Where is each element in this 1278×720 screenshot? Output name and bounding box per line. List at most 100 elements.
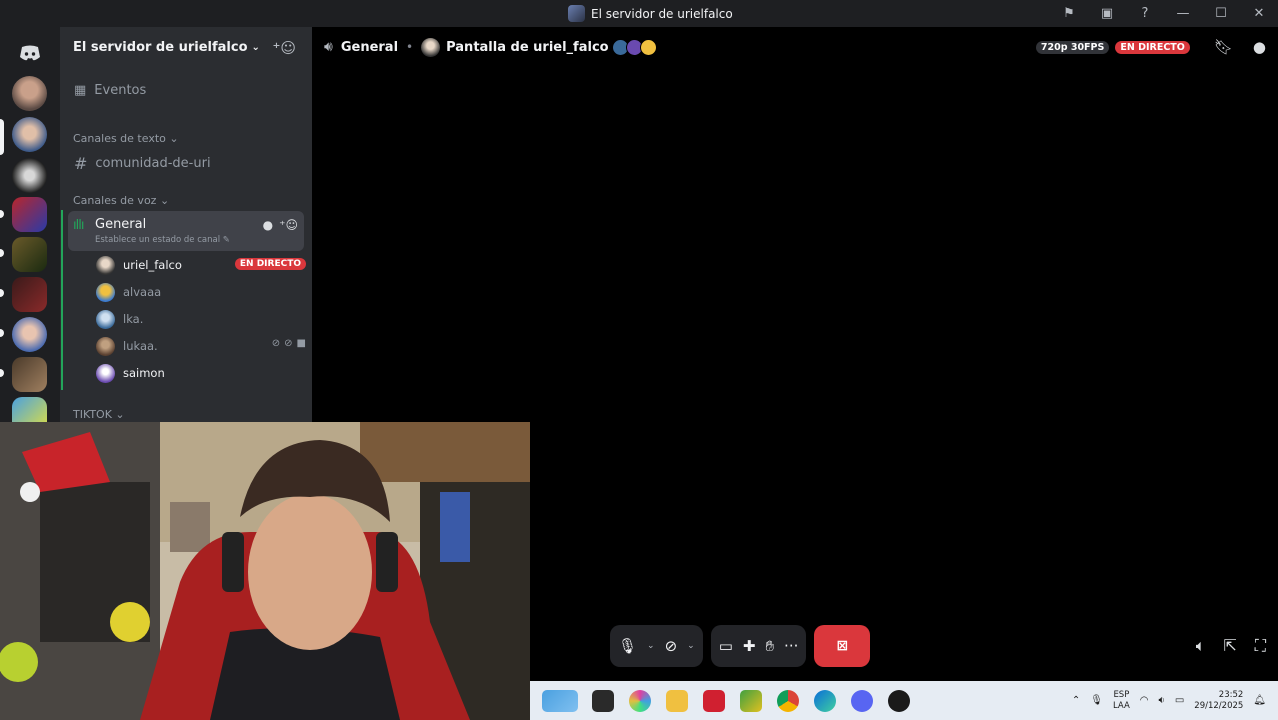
chrome-icon[interactable] <box>777 690 799 712</box>
edge-icon[interactable] <box>814 690 836 712</box>
server-avatar[interactable] <box>12 317 47 352</box>
breadcrumb-separator: • <box>406 40 414 54</box>
channel-sidebar: El servidor de urielfalco ⌄ ⁺☺ ▦ Eventos… <box>60 27 312 422</box>
chevron-down-icon: ⌄ <box>115 408 125 421</box>
avatar <box>96 363 115 383</box>
window-title-text: El servidor de urielfalco <box>591 6 733 21</box>
voice-user-row[interactable]: lukaa. ⊘ ⊘ ■ <box>96 334 306 358</box>
obs-icon[interactable] <box>888 690 910 712</box>
speaker-icon: 🔊︎ <box>324 39 333 55</box>
clock[interactable]: 23:52 29/12/2025 <box>1194 690 1243 712</box>
terminal-icon[interactable] <box>592 690 614 712</box>
username: saimon <box>123 366 165 380</box>
category-label: Canales de voz <box>73 194 157 207</box>
pencil-icon: ✎ <box>222 235 230 245</box>
stop-stream-button[interactable]: ⊠ <box>814 625 871 667</box>
microphone-icon[interactable]: 🎙︎ <box>618 637 637 655</box>
maximize-button[interactable]: ☐ <box>1202 0 1240 27</box>
copilot-icon[interactable] <box>629 690 651 712</box>
quality-badge: 720p 30FPS <box>1035 40 1110 54</box>
flag-icon[interactable]: ⚑ <box>1050 0 1088 27</box>
voice-activity-icon: ıllı <box>73 218 84 233</box>
discord-taskbar-icon[interactable] <box>851 690 873 712</box>
stream-header: 🔊︎ General • Pantalla de uriel_falco 720… <box>312 27 1278 67</box>
date: 29/12/2025 <box>1194 700 1244 711</box>
window-title: El servidor de urielfalco <box>568 5 733 22</box>
server-header[interactable]: El servidor de urielfalco ⌄ ⁺☺ <box>60 27 312 67</box>
chevron-down-icon[interactable]: ⌄ <box>687 641 695 651</box>
unread-indicator <box>0 210 4 218</box>
discord-home-icon[interactable] <box>12 35 47 70</box>
server-avatar-selected[interactable] <box>12 117 47 152</box>
volume-icon[interactable]: 🔈︎ <box>1196 636 1206 656</box>
events-item[interactable]: ▦ Eventos <box>68 83 304 98</box>
channel-status[interactable]: Establece un estado de canal ✎ <box>95 235 230 245</box>
activities-icon[interactable]: ✚ <box>743 637 756 655</box>
title-bar: El servidor de urielfalco ⚑ ▣ ? — ☐ ✕ <box>0 0 1278 27</box>
breadcrumb-channel[interactable]: General <box>341 40 398 55</box>
battery-icon[interactable]: ▭ <box>1175 695 1184 706</box>
lang-line1: ESP <box>1113 689 1130 700</box>
voice-user-row[interactable]: lka. <box>96 307 306 331</box>
screen-icon[interactable]: ▣ <box>1088 0 1126 27</box>
category-tiktok[interactable]: TIKTOK ⌄ <box>73 408 125 421</box>
camera-off-icon[interactable]: ⊘ <box>665 637 678 655</box>
mic-muted-icon: ⊘ <box>271 338 281 349</box>
webcam-image <box>0 422 530 720</box>
events-label: Eventos <box>94 83 147 98</box>
lang-line2: LAA <box>1113 700 1130 711</box>
video-icon: ■ <box>296 338 306 349</box>
chevron-down-icon: ⌄ <box>159 194 170 207</box>
server-avatar[interactable] <box>12 76 47 111</box>
close-button[interactable]: ✕ <box>1240 0 1278 27</box>
invite-icon[interactable]: ⁺☺ <box>279 218 298 232</box>
category-text-channels[interactable]: Canales de texto ⌄ <box>73 132 179 145</box>
end-stream-icon: ⊠ <box>836 638 849 654</box>
server-list <box>0 27 60 432</box>
voice-user-row[interactable]: alvaaa <box>96 280 306 304</box>
wifi-icon[interactable]: ◠ <box>1140 695 1149 706</box>
selected-server-indicator <box>0 119 4 155</box>
mic-tray-icon[interactable]: 🎙︎ <box>1090 695 1103 706</box>
voice-user-row[interactable]: uriel_falco EN DIRECTO <box>96 253 306 277</box>
help-icon[interactable]: ? <box>1126 0 1164 27</box>
server-avatar[interactable] <box>12 277 47 312</box>
fullscreen-icon[interactable]: ⛶ <box>1255 636 1266 656</box>
chevron-down-icon: ⌄ <box>169 132 179 145</box>
voice-user-row[interactable]: saimon <box>96 361 306 385</box>
office-app-icon[interactable] <box>703 690 725 712</box>
more-icon[interactable]: ··· <box>784 637 798 655</box>
chevron-up-icon[interactable]: ⌃ <box>1072 695 1080 706</box>
text-channel[interactable]: # comunidad-de-uri <box>68 154 304 173</box>
invite-people-icon[interactable]: ⁺☺ <box>272 39 296 57</box>
bookmark-icon[interactable]: 🔖︎ <box>1214 38 1233 56</box>
weather-widget-icon[interactable] <box>542 690 578 712</box>
voice-connector <box>61 210 63 390</box>
server-avatar[interactable] <box>12 158 47 193</box>
language-indicator[interactable]: ESP LAA <box>1113 690 1130 712</box>
voice-channel-general[interactable]: ıllı General Establece un estado de cana… <box>68 211 304 251</box>
channel-status-text: Establece un estado de canal <box>95 235 221 245</box>
minimize-button[interactable]: — <box>1164 0 1202 27</box>
chevron-down-icon[interactable]: ⌄ <box>647 641 655 651</box>
file-explorer-icon[interactable] <box>666 690 688 712</box>
chat-icon[interactable]: ● <box>263 218 273 232</box>
deafened-icon: ⊘ <box>284 338 293 349</box>
live-badge: EN DIRECTO <box>1115 40 1190 54</box>
server-avatar[interactable] <box>12 357 47 392</box>
minecraft-icon[interactable] <box>740 690 762 712</box>
popout-icon[interactable]: ⇱ <box>1223 636 1236 656</box>
calendar-icon: ▦ <box>74 83 87 98</box>
notification-icon[interactable]: 🔔︎ <box>1253 695 1266 706</box>
screen-share-icon[interactable]: ▭ <box>719 637 733 655</box>
soundboard-icon[interactable]: ✋︎ <box>765 637 774 655</box>
viewer-avatars[interactable] <box>611 38 657 56</box>
volume-tray-icon[interactable]: 🔉︎ <box>1159 695 1165 706</box>
category-label: TIKTOK <box>73 408 112 421</box>
server-avatar[interactable] <box>12 197 47 232</box>
system-tray: ⌃ 🎙︎ ESP LAA ◠ 🔉︎ ▭ 23:52 29/12/2025 🔔︎ <box>1072 681 1278 720</box>
server-avatar[interactable] <box>12 237 47 272</box>
chat-bubble-icon[interactable]: ● <box>1253 38 1266 56</box>
category-voice-channels[interactable]: Canales de voz ⌄ <box>73 194 169 207</box>
avatar <box>96 336 115 356</box>
